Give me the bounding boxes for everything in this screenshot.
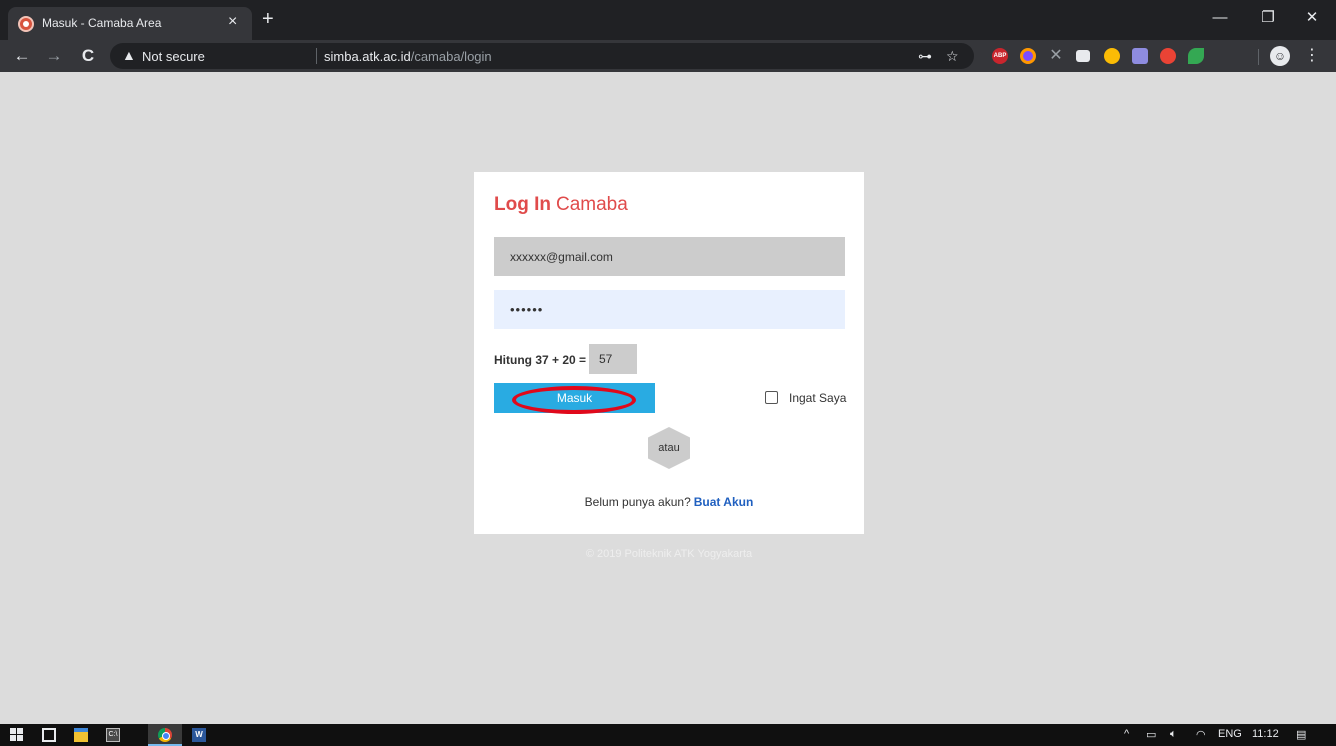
new-tab-button[interactable]: + (262, 8, 274, 30)
password-field[interactable] (494, 290, 845, 329)
disabled-extension-icon[interactable]: ✕ (1048, 48, 1064, 64)
close-window-button[interactable]: ✕ (1292, 6, 1332, 30)
profile-avatar-icon[interactable]: ☺ (1270, 46, 1290, 66)
browser-tab-bar: Masuk - Camaba Area × + — ❐ ✕ (0, 0, 1336, 40)
windows-start-icon[interactable] (10, 728, 24, 742)
wifi-icon[interactable]: ◠ (1196, 728, 1206, 741)
command-prompt-icon[interactable]: C:\ (106, 728, 120, 742)
task-view-icon[interactable] (42, 728, 56, 742)
file-explorer-icon[interactable] (74, 728, 88, 742)
tab-title: Masuk - Camaba Area (42, 16, 162, 30)
masuk-button[interactable]: Masuk (494, 383, 655, 413)
address-url[interactable]: simba.atk.ac.id/camaba/login (324, 49, 492, 64)
back-button[interactable]: ← (10, 44, 34, 68)
address-bar[interactable]: ▲ Not secure simba.atk.ac.id/camaba/logi… (110, 43, 974, 69)
site-favicon-icon (18, 16, 34, 32)
email-field[interactable] (494, 237, 845, 276)
login-title: Log In Camaba (494, 194, 628, 216)
word-taskbar-icon[interactable]: W (192, 728, 206, 742)
login-title-strong: Log In (494, 194, 551, 215)
butterfly-extension-icon[interactable] (1104, 48, 1120, 64)
reader-extension-icon[interactable] (1076, 50, 1090, 62)
forward-button[interactable]: → (42, 44, 66, 68)
signup-line: Belum punya akun? Buat Akun (474, 495, 864, 509)
star-icon[interactable]: ☆ (946, 48, 959, 65)
notifications-icon[interactable]: ▤ (1296, 728, 1306, 741)
captcha-label: Hitung 37 + 20 = (494, 353, 587, 367)
browser-menu-icon[interactable]: ⋮ (1302, 45, 1322, 67)
clock[interactable]: 11:12 (1252, 728, 1279, 740)
clipboard-extension-icon[interactable] (1132, 48, 1148, 64)
captcha-answer-input[interactable] (589, 344, 637, 374)
warning-triangle-icon[interactable]: ▲ (122, 47, 136, 63)
login-title-light: Camaba (555, 194, 628, 215)
login-card: Log InCamaba Hitung 37 + 20 = Masuk Inga… (474, 172, 864, 534)
url-host: simba.atk.ac.id (324, 49, 411, 64)
security-label[interactable]: Not secure (142, 49, 205, 64)
record-extension-icon[interactable] (1160, 48, 1176, 64)
toolbar-divider (1258, 49, 1259, 65)
restore-button[interactable]: ❐ (1248, 6, 1288, 30)
leaf-extension-icon[interactable] (1188, 48, 1204, 64)
page-background: Log InCamaba Hitung 37 + 20 = Masuk Inga… (0, 72, 1336, 724)
windows-taskbar: C:\ W ^ ▭ 🔈︎ ◠ ENG 11:12 ▤ (0, 724, 1336, 746)
create-account-link[interactable]: Buat Akun (694, 495, 754, 509)
volume-icon[interactable]: 🔈︎ (1170, 728, 1177, 741)
remember-me-checkbox[interactable] (765, 391, 778, 404)
minimize-button[interactable]: — (1200, 6, 1240, 30)
remember-me-label[interactable]: Ingat Saya (789, 391, 846, 405)
url-path: /camaba/login (410, 49, 492, 64)
color-picker-extension-icon[interactable] (1020, 48, 1036, 64)
close-tab-icon[interactable]: × (228, 13, 237, 31)
or-divider-hexagon: atau (648, 427, 690, 469)
adblock-plus-icon[interactable]: ABP (992, 48, 1008, 64)
key-icon[interactable]: ⊶ (918, 48, 932, 65)
battery-icon[interactable]: ▭ (1146, 728, 1156, 741)
signup-prompt: Belum punya akun? (584, 495, 691, 509)
browser-tab[interactable]: Masuk - Camaba Area × (8, 7, 252, 40)
address-divider (316, 48, 317, 64)
browser-toolbar: ← → C ▲ Not secure simba.atk.ac.id/camab… (0, 40, 1336, 72)
tray-chevron-icon[interactable]: ^ (1124, 728, 1129, 740)
language-indicator[interactable]: ENG (1218, 728, 1242, 740)
copyright-footer: © 2019 Politeknik ATK Yogyakarta (585, 548, 753, 560)
reload-button[interactable]: C (76, 44, 100, 68)
chrome-taskbar-icon[interactable] (158, 728, 172, 742)
